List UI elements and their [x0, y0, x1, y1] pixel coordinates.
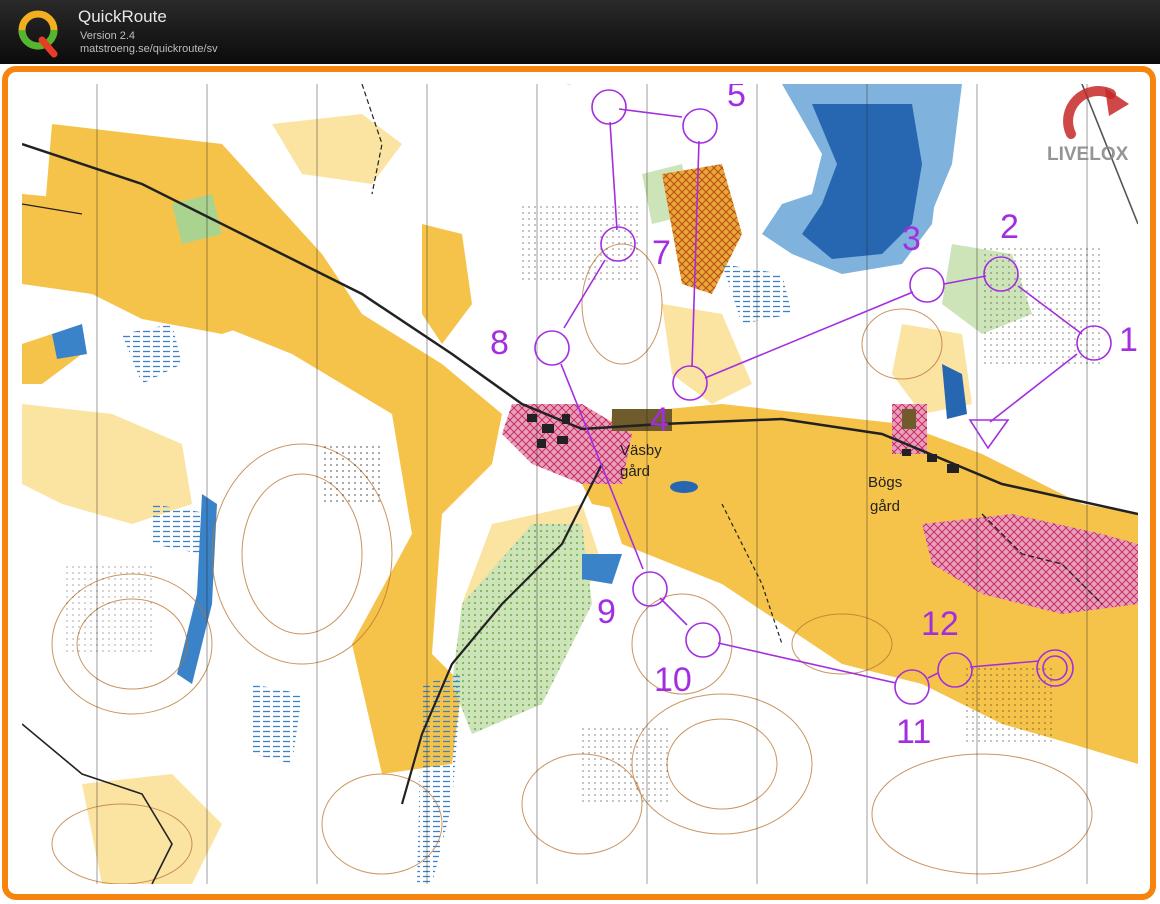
app-version: Version 2.4	[80, 30, 136, 42]
control-number-2: 2	[1000, 208, 1019, 246]
control-number-11: 11	[896, 713, 931, 751]
title-bar: QuickRoute Version 2.4 matstroeng.se/qui…	[0, 0, 1160, 64]
control-number-8: 8	[490, 324, 509, 362]
control-number-9: 9	[597, 593, 616, 631]
place-vasby-gard: gård	[620, 463, 650, 480]
livelox-watermark-icon: LIVELOX	[1045, 86, 1141, 168]
control-number-6: 6	[559, 84, 578, 92]
quickroute-logo-icon	[14, 6, 62, 58]
control-number-1: 1	[1119, 321, 1138, 359]
control-number-7: 7	[652, 234, 671, 272]
control-number-5: 5	[727, 84, 746, 114]
orienteering-map[interactable]: Väsby gård Bögs gård 1 2 3 4 5 7 8 9 10 …	[22, 84, 1138, 884]
app-title: QuickRoute	[78, 7, 167, 26]
control-number-12: 12	[921, 605, 959, 643]
place-vasby: Väsby	[620, 442, 662, 459]
app-url: matstroeng.se/quickroute/sv	[80, 43, 218, 55]
control-number-4: 4	[650, 401, 669, 439]
livelox-text: LIVELOX	[1047, 144, 1129, 165]
control-number-10: 10	[654, 661, 692, 699]
place-bogs: Bögs	[868, 474, 902, 491]
control-number-3: 3	[902, 220, 921, 258]
place-bogs-gard: gård	[870, 498, 900, 515]
